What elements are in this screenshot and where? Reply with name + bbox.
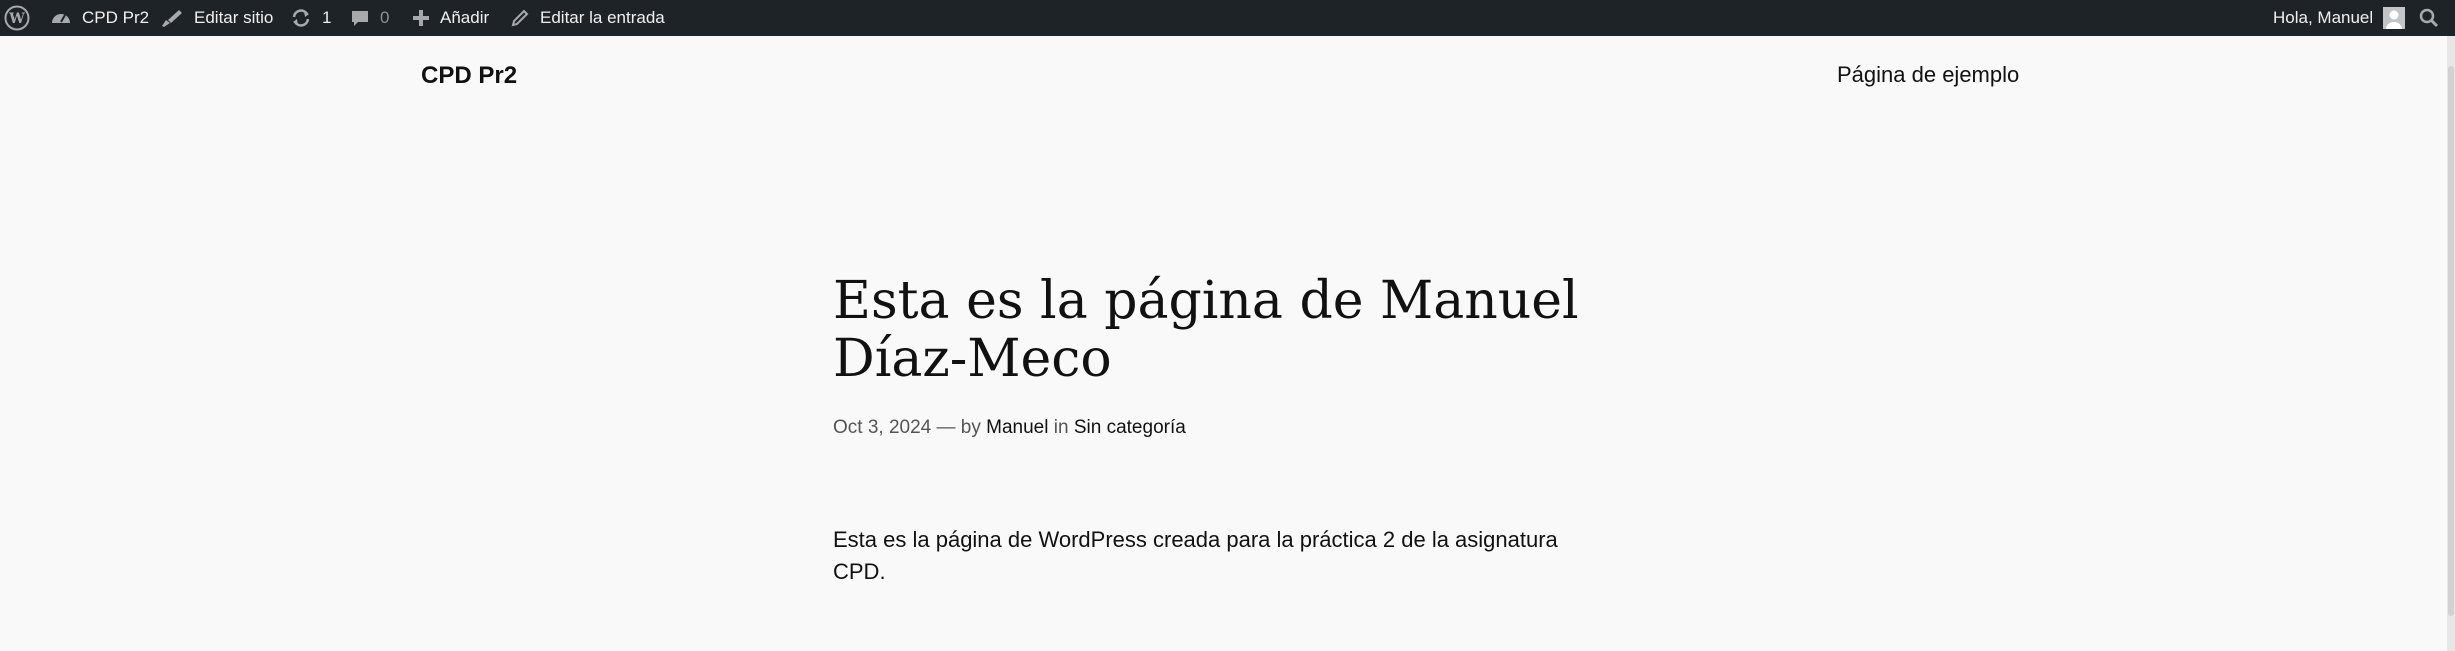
updates-icon [292, 9, 310, 27]
add-new-menu[interactable]: Añadir [412, 0, 489, 36]
comments-menu[interactable]: 0 [350, 0, 389, 36]
wordpress-logo-icon[interactable]: W [4, 5, 30, 31]
comment-icon [352, 11, 368, 26]
post-content: Esta es la página de WordPress creada pa… [833, 527, 1558, 584]
comments-count[interactable]: 0 [380, 8, 389, 28]
admin-bar: W CPD Pr2 Editar sitio 1 0 Añadir Editar… [0, 0, 2455, 36]
meta-by: by [960, 417, 981, 438]
post-meta: Oct 3, 2024 — by Manuel in Sin categoría [833, 417, 1186, 439]
site-title[interactable]: CPD Pr2 [421, 62, 517, 90]
svg-text:W: W [8, 11, 25, 27]
updates-menu[interactable]: 1 [290, 0, 331, 36]
meta-in: in [1053, 417, 1069, 438]
search-icon[interactable] [2418, 7, 2440, 29]
edit-site-label[interactable]: Editar sitio [194, 8, 273, 28]
edit-post-label[interactable]: Editar la entrada [540, 8, 665, 28]
brush-icon [162, 10, 182, 27]
edit-site-menu[interactable]: Editar sitio [160, 0, 273, 36]
pencil-icon [511, 9, 529, 27]
add-new-label[interactable]: Añadir [440, 8, 489, 28]
avatar-icon[interactable] [2383, 7, 2406, 29]
site-name-menu[interactable]: CPD Pr2 [50, 0, 149, 36]
wordpress-menu[interactable]: W [4, 0, 30, 36]
plus-icon [413, 10, 429, 26]
updates-count[interactable]: 1 [322, 8, 331, 28]
page-scrollbar[interactable] [2447, 36, 2455, 651]
post-date[interactable]: Oct 3, 2024 [833, 417, 931, 438]
greeting[interactable]: Hola, Manuel [2273, 8, 2373, 28]
post-category[interactable]: Sin categoría [1074, 417, 1186, 438]
admin-site-name[interactable]: CPD Pr2 [82, 8, 149, 28]
post-title: Esta es la página de Manuel Díaz-Meco [833, 271, 1579, 389]
dashboard-icon [52, 14, 70, 23]
admin-search[interactable] [2418, 0, 2440, 36]
meta-separator: — [936, 417, 956, 438]
my-account-menu[interactable]: Hola, Manuel [2273, 0, 2406, 36]
scrollbar-thumb[interactable] [2448, 66, 2454, 616]
edit-post-menu[interactable]: Editar la entrada [510, 0, 665, 36]
post-author[interactable]: Manuel [986, 417, 1048, 438]
nav-item-pagina-de-ejemplo[interactable]: Página de ejemplo [1837, 62, 2019, 88]
